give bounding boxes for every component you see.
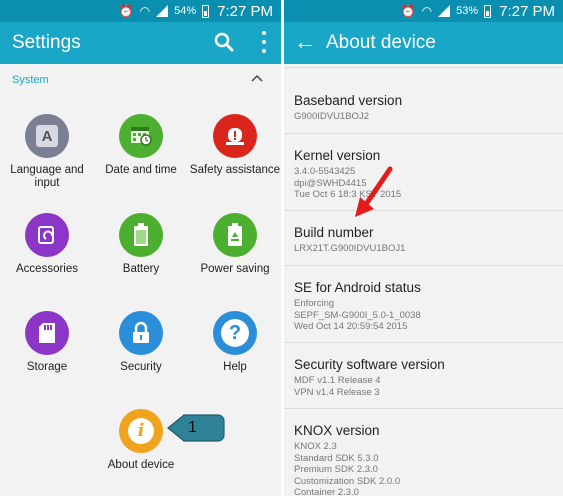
tile-label: Date and time — [105, 164, 177, 176]
item-value: VPN v1.4 Release 3 — [294, 386, 380, 398]
tile-label: Safety assistance — [189, 164, 281, 176]
tile-storage[interactable]: Storage — [0, 311, 94, 374]
clock: 7:27 PM — [499, 2, 555, 20]
page-title: About device — [326, 32, 436, 53]
clock: 7:27 PM — [217, 2, 273, 20]
tile-label: Battery — [122, 263, 160, 275]
chevron-up-icon[interactable] — [251, 72, 263, 84]
status-bar: ⏰ ◠ 53% 7:27 PM — [284, 0, 563, 22]
language-icon: A — [25, 114, 69, 158]
page-title: Settings — [12, 32, 81, 53]
item-value: KNOX 2.3 — [294, 441, 337, 452]
search-icon[interactable] — [213, 31, 235, 53]
item-value: SEPF_SM-G900I_5.0-1_0038 — [294, 309, 421, 321]
back-arrow-icon[interactable]: ← — [294, 29, 316, 55]
sd-card-icon — [25, 311, 69, 355]
tile-battery[interactable]: Battery — [94, 213, 188, 276]
item-title: KNOX version — [294, 423, 380, 438]
tile-accessories[interactable]: Accessories — [0, 213, 94, 276]
signal-icon — [438, 5, 451, 17]
tile-security[interactable]: Security — [94, 311, 188, 374]
about-app-bar: ← About device — [284, 22, 563, 64]
tile-safety-assistance[interactable]: Safety assistance — [188, 114, 281, 177]
tile-date-and-time[interactable]: Date and time — [94, 114, 188, 177]
accessories-icon — [25, 213, 69, 257]
tile-label: Language and input — [10, 164, 84, 189]
battery-percent: 54% — [174, 5, 197, 17]
list-item-kernel[interactable]: Kernel version 3.4.0-5543425 dpi@SWHD441… — [284, 134, 563, 211]
item-value: Enforcing — [294, 298, 335, 309]
help-icon: ? — [213, 311, 257, 355]
recycle-icon — [213, 213, 257, 257]
item-title: Build number — [294, 225, 374, 240]
item-value: MDF v1.1 Release 4 — [294, 375, 381, 386]
tile-power-saving[interactable]: Power saving — [188, 213, 281, 276]
tile-label: Help — [223, 361, 247, 373]
alarm-icon: ⏰ — [118, 4, 134, 18]
battery-icon — [484, 4, 492, 18]
battery-icon — [119, 213, 163, 257]
item-value: Premium SDK 2.3.0 — [294, 464, 378, 475]
settings-screen: ⏰ ◠ 54% 7:27 PM Settings System A Langua… — [0, 0, 281, 496]
red-arrow-annotation — [355, 166, 393, 217]
list-item-knox[interactable]: KNOX version KNOX 2.3 Standard SDK 5.3.0… — [284, 409, 563, 496]
item-value: 3.4.0-5543425 — [294, 166, 356, 177]
list-item-baseband[interactable]: Baseband version G900IDVU1BOJ2 — [284, 68, 563, 134]
item-title: Security software version — [294, 357, 445, 372]
alert-icon — [213, 114, 257, 158]
tile-label: Security — [120, 361, 162, 373]
item-title: Baseband version — [294, 93, 403, 108]
list-item-security-software[interactable]: Security software version MDF v1.1 Relea… — [284, 343, 563, 409]
tile-label: Storage — [26, 361, 68, 373]
item-value: Container 2.3.0 — [294, 487, 359, 496]
info-icon: i — [119, 409, 163, 453]
alarm-icon: ⏰ — [400, 4, 416, 18]
status-bar: ⏰ ◠ 54% 7:27 PM — [0, 0, 281, 22]
calendar-clock-icon — [119, 114, 163, 158]
item-value: LRX21T.G900IDVU1BOJ1 — [294, 243, 406, 254]
more-options-icon[interactable] — [259, 31, 269, 53]
settings-app-bar: Settings — [0, 22, 281, 64]
lock-icon — [119, 311, 163, 355]
about-device-screen: ⏰ ◠ 53% 7:27 PM ← About device Baseband … — [284, 0, 563, 496]
signal-icon — [156, 5, 169, 17]
wifi-icon: ◠ — [421, 4, 433, 18]
tile-label: About device — [107, 459, 175, 471]
list-item-build-number[interactable]: Build number LRX21T.G900IDVU1BOJ1 — [284, 211, 563, 266]
item-value: Customization SDK 2.0.0 — [294, 475, 401, 487]
tile-label: Power saving — [200, 263, 270, 275]
section-header: System — [12, 74, 49, 86]
item-title: SE for Android status — [294, 280, 421, 295]
battery-percent: 53% — [456, 5, 479, 17]
wifi-icon: ◠ — [139, 4, 151, 18]
tile-label: Accessories — [16, 263, 78, 275]
item-value: Wed Oct 14 20:59:54 2015 — [294, 321, 408, 332]
item-title: Kernel version — [294, 148, 381, 163]
callout-number: 1 — [188, 419, 197, 436]
item-value: G900IDVU1BOJ2 — [294, 111, 369, 122]
item-value: Standard SDK 5.3.0 — [294, 452, 379, 464]
list-item-se-android[interactable]: SE for Android status Enforcing SEPF_SM-… — [284, 266, 563, 343]
tile-language-and-input[interactable]: A Language and input — [0, 114, 94, 190]
battery-icon — [202, 4, 210, 18]
tile-help[interactable]: ? Help — [188, 311, 281, 374]
